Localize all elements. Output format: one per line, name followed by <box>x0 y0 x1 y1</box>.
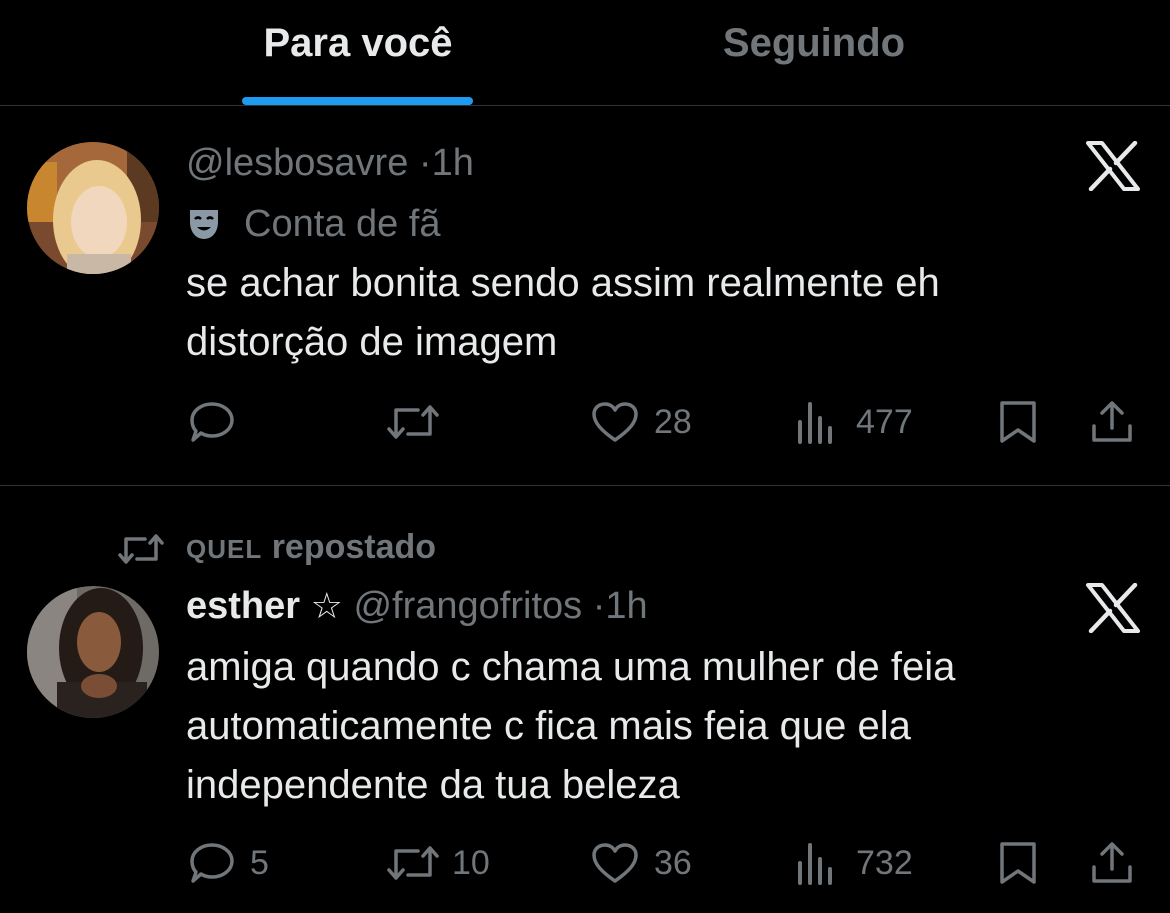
tweet-text-line: automaticamente c fica mais feia que ela <box>186 704 911 748</box>
retweet-count: 10 <box>452 844 490 882</box>
retweet-icon <box>387 405 439 439</box>
tweet-text-line: independente da tua beleza <box>186 763 680 807</box>
tweet-divider <box>0 485 1170 486</box>
theater-mask-icon <box>186 206 222 254</box>
tab-for-you[interactable]: Para você <box>200 18 516 68</box>
tweet-actions: 5 10 36 732 <box>0 833 1170 893</box>
tab-following[interactable]: Seguindo <box>656 18 972 68</box>
tweet-text: amiga quando c chama uma mulher de feia … <box>186 638 1116 815</box>
reply-icon <box>190 402 234 442</box>
tweet-header: @lesbosavre ·1h <box>186 139 474 187</box>
x-logo-icon <box>1086 140 1140 192</box>
tweet-text-line: distorção de imagem <box>186 320 558 364</box>
tweet-text-line: se achar bonita sendo assim realmente eh <box>186 261 940 305</box>
timeline-tabs: Para você Seguindo <box>0 0 1170 106</box>
tweet-time[interactable]: 1h <box>432 142 474 184</box>
tweet-header: esther ☆ @frangofritos ·1h <box>186 582 648 630</box>
display-name[interactable]: esther <box>186 585 300 627</box>
heart-icon <box>592 843 638 883</box>
views-icon <box>798 843 832 885</box>
bookmark-icon <box>1000 842 1036 884</box>
avatar[interactable] <box>27 142 159 274</box>
tweet-text-line: amiga quando c chama uma mulher de feia <box>186 645 956 689</box>
bookmark-icon <box>1000 401 1036 443</box>
tweet-text: se achar bonita sendo assim realmente eh… <box>186 254 1116 372</box>
views-count: 477 <box>856 403 913 441</box>
separator-dot: · <box>418 142 432 184</box>
share-icon <box>1092 401 1132 442</box>
x-logo-icon <box>1086 582 1140 634</box>
reposted-label: repostado <box>271 528 437 566</box>
reposted-by-text[interactable]: QUEL repostado <box>186 525 436 571</box>
like-count: 28 <box>654 403 692 441</box>
tweet-time[interactable]: 1h <box>605 585 647 627</box>
reposter-name[interactable]: QUEL <box>186 534 262 564</box>
reply-icon <box>190 843 234 883</box>
share-icon <box>1092 842 1132 883</box>
fan-account-text: Conta de fã <box>244 203 441 245</box>
active-tab-indicator <box>242 97 473 105</box>
tweet-actions: 28 477 <box>0 392 1170 452</box>
tweet-handle[interactable]: @lesbosavre <box>186 142 408 184</box>
avatar[interactable] <box>27 586 159 718</box>
tweet-handle[interactable]: @frangofritos <box>353 585 582 627</box>
views-icon <box>798 402 832 444</box>
repost-icon <box>118 531 164 578</box>
separator-dot: · <box>592 585 606 627</box>
like-count: 36 <box>654 844 692 882</box>
star-icon: ☆ <box>310 585 343 626</box>
views-count: 732 <box>856 844 913 882</box>
reply-count: 5 <box>250 844 269 882</box>
retweet-icon <box>387 846 439 880</box>
heart-icon <box>592 402 638 442</box>
